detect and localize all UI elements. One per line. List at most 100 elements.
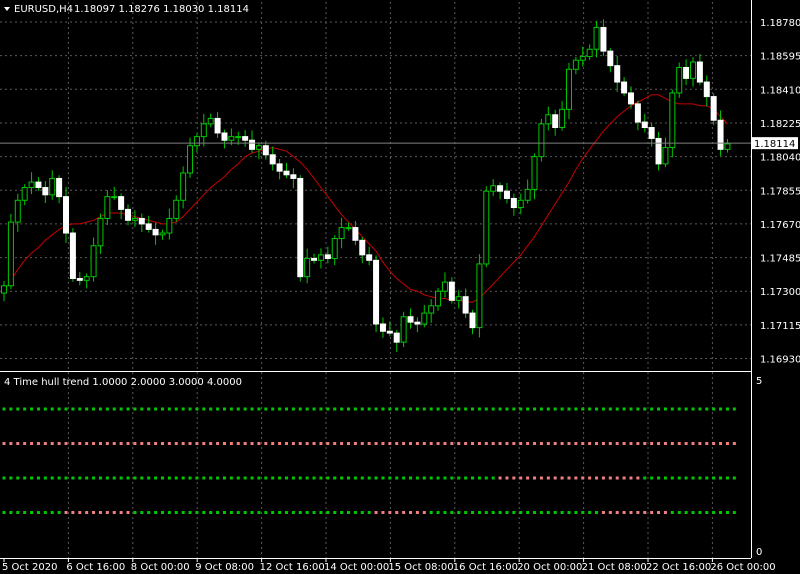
candle-body-bullish [331, 237, 338, 259]
trend-dot [298, 442, 302, 445]
trend-dot [353, 476, 357, 480]
trend-dot [257, 511, 261, 514]
trend-dot [691, 511, 695, 514]
candle-body-bearish [214, 117, 221, 134]
trend-dot [512, 407, 516, 411]
candle[interactable] [676, 62, 683, 98]
trend-dot [147, 476, 151, 480]
candle[interactable] [538, 118, 545, 162]
trend-dot [691, 476, 695, 480]
trend-dot [305, 407, 309, 411]
trend-dot [615, 511, 619, 514]
trend-dot [154, 442, 158, 445]
trend-dot [181, 511, 185, 514]
trend-dot [560, 442, 564, 445]
trend-dot [705, 511, 709, 514]
trend-dot [546, 511, 550, 514]
trend-dot [588, 442, 592, 445]
trend-dot [119, 407, 123, 411]
trend-dot [216, 407, 220, 411]
trend-dot [216, 476, 220, 480]
trend-dot [629, 511, 633, 514]
trend-dot [353, 511, 357, 514]
candle-body-bullish [531, 156, 538, 190]
trend-dot [615, 442, 619, 445]
trend-dot [498, 407, 502, 411]
trend-dot [264, 476, 268, 480]
trend-dot [574, 442, 578, 445]
trend-dot [181, 407, 185, 411]
candle-body-bearish [497, 185, 504, 192]
candle-body-bullish [559, 108, 566, 129]
trend-dot [402, 407, 406, 411]
candle[interactable] [400, 311, 407, 348]
trend-dot [491, 476, 495, 480]
trend-dot [312, 511, 316, 514]
candle[interactable] [476, 254, 483, 338]
trend-dot [725, 511, 729, 514]
trend-dot [519, 511, 523, 514]
trend-dot [732, 407, 736, 411]
trend-dot [64, 407, 68, 411]
candle[interactable] [69, 228, 76, 282]
trend-dot [415, 511, 419, 514]
trend-dot [533, 511, 537, 514]
trend-dot [643, 511, 647, 514]
trend-dot [608, 442, 612, 445]
candle[interactable] [483, 186, 490, 268]
trend-dot [719, 476, 723, 480]
trend-dot [622, 476, 626, 480]
trend-dot [222, 407, 226, 411]
trend-dot [574, 511, 578, 514]
trend-dot [539, 442, 543, 445]
trading-chart[interactable]: 1.18780 1.18595 1.18410 1.18225 1.18040 1.178… [0, 0, 800, 574]
candle-body-bullish [345, 227, 352, 230]
candle-body-bearish [283, 170, 290, 176]
candle-body-bearish [607, 50, 614, 67]
trend-dot [236, 511, 240, 514]
trend-dot [347, 442, 350, 445]
time-tick-label: 26 Oct 00:00 [710, 562, 775, 573]
trend-dot [443, 442, 447, 445]
trend-dot [560, 407, 564, 411]
trend-dot [360, 511, 364, 514]
trend-dot [415, 442, 419, 445]
candle-body-bearish [510, 197, 517, 209]
candle[interactable] [7, 213, 14, 290]
trend-dot [684, 476, 688, 480]
trend-dot [484, 407, 488, 411]
trend-dot [333, 442, 337, 445]
candle[interactable] [297, 175, 304, 282]
trend-dot [415, 407, 419, 411]
trend-dot [643, 476, 647, 480]
candle-body-bearish [641, 121, 648, 129]
trend-dot [305, 511, 309, 514]
trend-dot [291, 407, 295, 411]
trend-dot [719, 511, 723, 514]
trend-dot [670, 476, 674, 480]
trend-dot [9, 511, 13, 514]
trend-dot [340, 442, 344, 445]
trend-dot [553, 407, 557, 411]
trend-dot [209, 476, 213, 480]
trend-dot [319, 442, 323, 445]
trend-dot [126, 442, 130, 445]
trend-dot [202, 407, 206, 411]
candle-body-bearish [152, 228, 159, 236]
candle[interactable] [373, 255, 380, 333]
trend-dot [98, 442, 102, 445]
candle[interactable] [710, 93, 717, 126]
trend-dot [636, 511, 640, 514]
trend-dot [16, 511, 20, 514]
trend-dot [216, 511, 220, 514]
candle[interactable] [669, 89, 676, 158]
trend-dot [498, 442, 502, 445]
candle-body-bearish [462, 296, 469, 314]
trend-dot [85, 442, 89, 445]
trend-dot [553, 511, 557, 514]
trend-dot [567, 407, 571, 411]
trend-dot [663, 407, 667, 411]
trend-dot [657, 407, 661, 411]
trend-dot [367, 442, 371, 445]
trend-dot [484, 442, 488, 445]
